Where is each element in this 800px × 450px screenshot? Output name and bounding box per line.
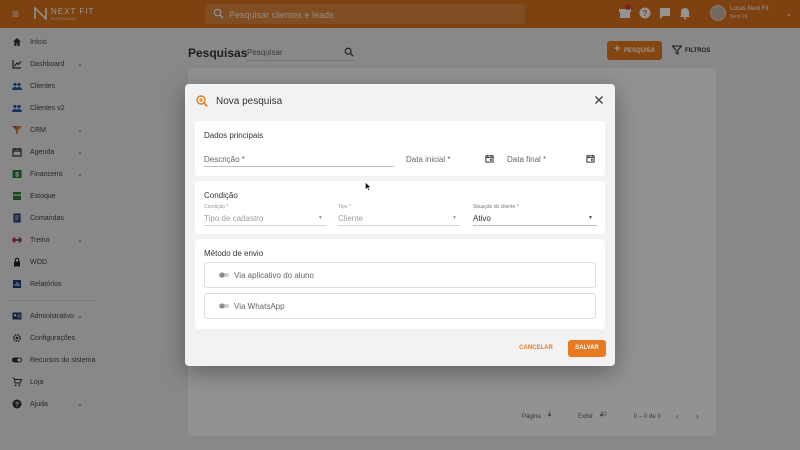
app-toggle-label: Via aplicativo do aluno <box>234 271 314 280</box>
section-condition: Condição Condição * Tipo de cadastro ▼ T… <box>195 181 605 234</box>
toggle-switch-icon[interactable] <box>219 303 229 309</box>
field-underline <box>204 225 326 226</box>
description-label: Descrição * <box>204 155 245 164</box>
client-status-label: Situação do cliente * <box>473 204 519 210</box>
condition-select[interactable]: Condição * Tipo de cadastro ▼ <box>204 204 326 226</box>
start-date-field[interactable]: Data inicial * <box>406 153 496 167</box>
client-status-value: Ativo <box>473 214 491 223</box>
field-underline <box>204 166 394 167</box>
description-field[interactable]: Descrição * <box>204 153 394 167</box>
whatsapp-toggle-row[interactable]: Via WhatsApp <box>204 293 596 319</box>
app-toggle-row[interactable]: Via aplicativo do aluno <box>204 262 596 288</box>
start-date-label: Data inicial * <box>406 155 451 164</box>
mouse-cursor-icon <box>365 182 371 191</box>
calendar-icon[interactable] <box>586 154 595 163</box>
search-add-icon <box>196 95 208 107</box>
section-main-data: Dados principais Descrição * Data inicia… <box>195 121 605 176</box>
type-label: Tipo * <box>338 204 351 210</box>
whatsapp-toggle-label: Via WhatsApp <box>234 302 285 311</box>
section-title: Condição <box>204 191 238 200</box>
end-date-field[interactable]: Data final * <box>507 153 597 167</box>
dialog-title: Nova pesquisa <box>216 96 283 107</box>
condition-label: Condição * <box>204 204 229 210</box>
calendar-icon[interactable] <box>485 154 494 163</box>
toggle-switch-icon[interactable] <box>219 272 229 278</box>
condition-value: Tipo de cadastro <box>204 214 264 223</box>
type-select[interactable]: Tipo * Cliente ▼ <box>338 204 460 226</box>
type-value: Cliente <box>338 214 363 223</box>
cancel-button[interactable]: CANCELAR <box>512 340 560 357</box>
client-status-select[interactable]: Situação do cliente * Ativo ▼ <box>473 204 597 226</box>
dropdown-arrow-icon: ▼ <box>452 215 457 221</box>
section-title: Dados principais <box>204 131 264 140</box>
close-icon[interactable] <box>594 95 604 105</box>
dropdown-arrow-icon: ▼ <box>318 215 323 221</box>
dropdown-arrow-icon: ▼ <box>588 215 593 221</box>
new-survey-dialog: Nova pesquisa Dados principais Descrição… <box>185 84 615 366</box>
field-underline <box>473 225 597 226</box>
end-date-label: Data final * <box>507 155 547 164</box>
field-underline <box>338 225 460 226</box>
section-title: Método de envio <box>204 249 264 258</box>
section-send-method: Método de envio Via aplicativo do aluno … <box>195 239 605 329</box>
save-button[interactable]: SALVAR <box>568 340 606 357</box>
